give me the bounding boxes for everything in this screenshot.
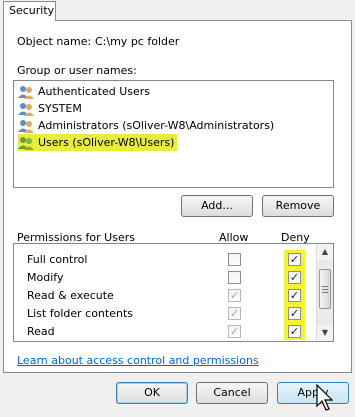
access-control-help-link[interactable]: Learn about access control and permissio… — [17, 354, 259, 367]
checkmark-icon: ✓ — [289, 325, 300, 338]
list-item-users[interactable]: Users (sOliver-W8\Users) — [18, 134, 178, 151]
allow-checkbox[interactable] — [228, 271, 241, 284]
group-names-label: Group or user names: — [17, 64, 137, 77]
group-user-listbox[interactable]: Authenticated Users SYSTEM Administrator… — [13, 80, 334, 188]
list-item-administrators[interactable]: Administrators (sOliver-W8\Administrator… — [18, 117, 274, 134]
permissions-scrollbar[interactable]: ▲ ▼ — [316, 244, 333, 341]
deny-checkbox[interactable]: ✓ — [288, 307, 301, 320]
object-name-value: C:\my pc folder — [95, 35, 180, 48]
allow-checkbox[interactable]: ✓ — [228, 325, 241, 338]
checkmark-icon: ✓ — [229, 289, 240, 302]
checkmark-icon: ✓ — [289, 253, 300, 266]
permission-name: Modify — [27, 271, 64, 284]
users-group-icon — [18, 85, 34, 99]
permission-name: List folder contents — [27, 307, 133, 320]
apply-button[interactable]: Apply — [277, 382, 349, 404]
allow-checkbox[interactable] — [228, 253, 241, 266]
permission-row-read-execute: Read & execute ✓ ✓ — [14, 286, 314, 305]
list-item-authenticated-users[interactable]: Authenticated Users — [18, 83, 150, 100]
permission-name: Read & execute — [27, 289, 114, 302]
checkmark-icon: ✓ — [289, 271, 300, 284]
list-item-label: Users (sOliver-W8\Users) — [38, 136, 175, 149]
mouse-pointer-icon — [316, 384, 334, 411]
grip-line — [322, 289, 328, 290]
checkmark-icon: ✓ — [229, 307, 240, 320]
allow-checkbox[interactable]: ✓ — [228, 289, 241, 302]
add-button[interactable]: Add... — [181, 195, 253, 217]
deny-checkbox[interactable]: ✓ — [288, 289, 301, 302]
list-item-system[interactable]: SYSTEM — [18, 100, 82, 117]
tab-security[interactable]: Security — [3, 1, 56, 21]
list-item-label: Authenticated Users — [38, 85, 151, 98]
list-item-label: Administrators (sOliver-W8\Administrator… — [38, 119, 275, 132]
scrollbar-thumb[interactable] — [319, 269, 331, 309]
checkmark-icon: ✓ — [229, 325, 240, 338]
deny-checkbox[interactable]: ✓ — [288, 271, 301, 284]
permissions-list: Full control ✓ Modify ✓ Read & execute ✓… — [13, 243, 334, 342]
permission-row-modify: Modify ✓ — [14, 268, 314, 287]
users-group-icon — [18, 136, 34, 150]
checkmark-icon: ✓ — [289, 289, 300, 302]
remove-button[interactable]: Remove — [262, 195, 334, 217]
permission-row-partial — [14, 341, 314, 342]
permission-row-list-folder-contents: List folder contents ✓ ✓ — [14, 304, 314, 323]
permission-name: Read — [27, 325, 55, 338]
scroll-up-icon[interactable]: ▲ — [317, 244, 333, 260]
users-group-icon — [18, 102, 34, 116]
cancel-button[interactable]: Cancel — [196, 382, 268, 404]
permission-row-read: Read ✓ ✓ — [14, 322, 314, 341]
permission-row-full-control: Full control ✓ — [14, 250, 314, 269]
checkmark-icon: ✓ — [289, 307, 300, 320]
ok-button[interactable]: OK — [116, 382, 188, 404]
scroll-down-icon[interactable]: ▼ — [317, 325, 333, 341]
list-item-label: SYSTEM — [38, 102, 82, 115]
allow-checkbox[interactable]: ✓ — [228, 307, 241, 320]
object-name-label: Object name: — [17, 35, 92, 48]
deny-checkbox[interactable]: ✓ — [288, 325, 301, 338]
deny-checkbox[interactable]: ✓ — [288, 253, 301, 266]
grip-line — [322, 292, 328, 293]
permission-name: Full control — [27, 253, 88, 266]
users-group-icon — [18, 119, 34, 133]
grip-line — [322, 286, 328, 287]
